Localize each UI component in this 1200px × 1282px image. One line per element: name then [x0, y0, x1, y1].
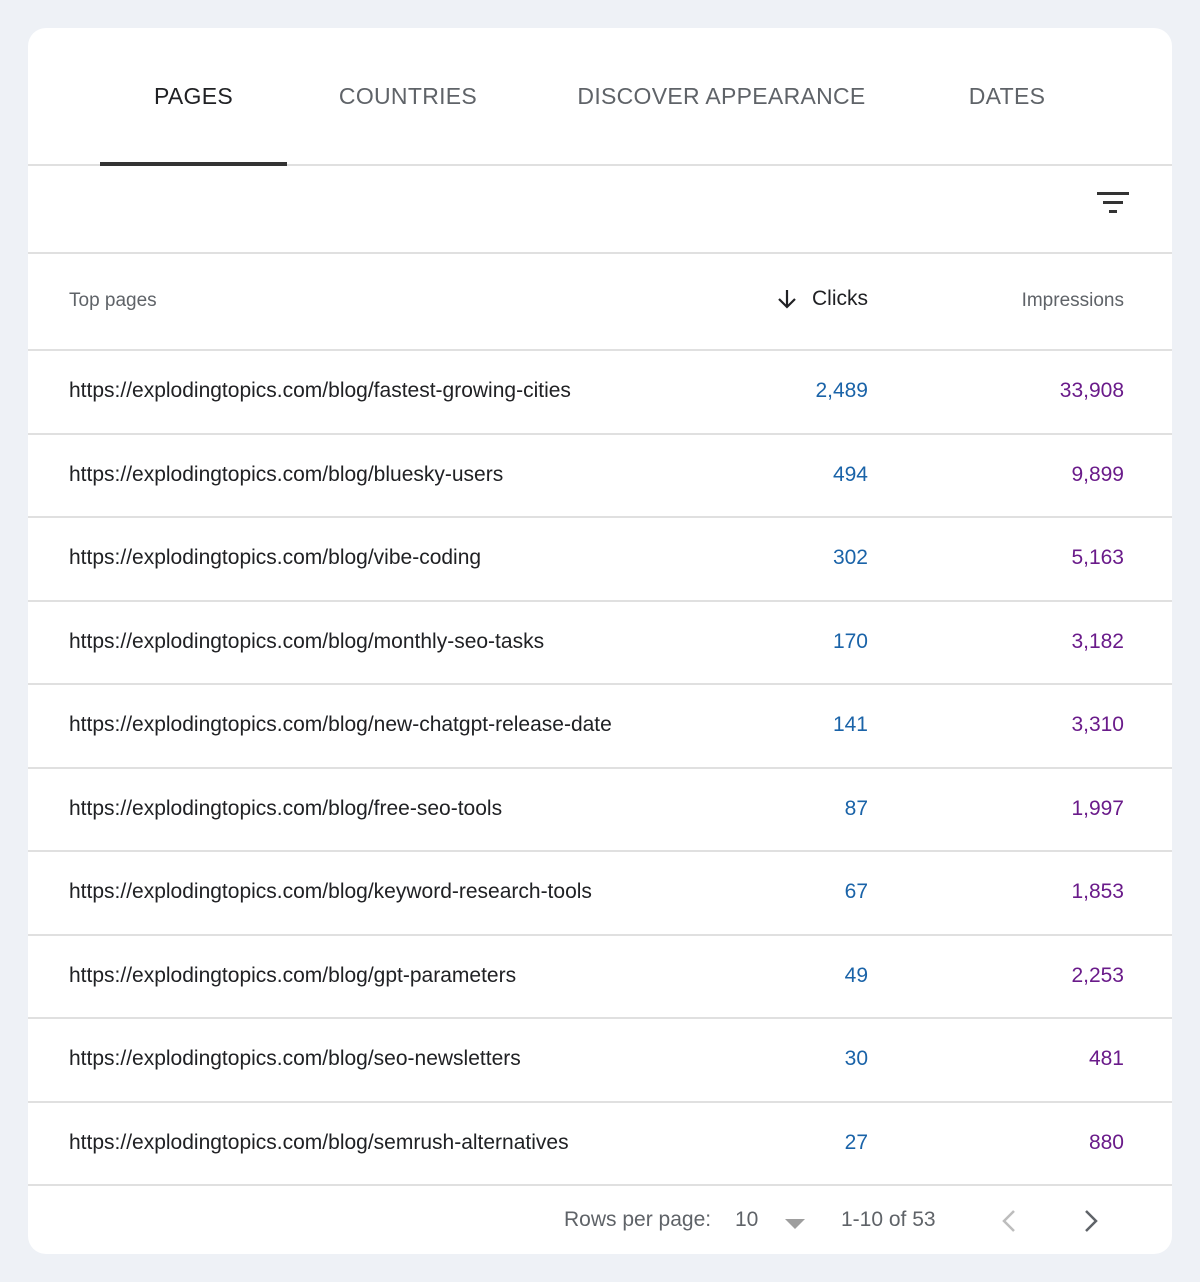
page-url: https://explodingtopics.com/blog/free-se…	[69, 796, 503, 820]
column-header-clicks-label: Clicks	[812, 287, 868, 310]
table-row[interactable]: https://explodingtopics.com/blog/monthly…	[28, 602, 1172, 685]
clicks-value: 170	[832, 629, 868, 653]
clicks-value: 27	[844, 1130, 868, 1154]
column-header-impressions[interactable]: Impressions	[1022, 290, 1124, 312]
page-url: https://explodingtopics.com/blog/fastest…	[69, 379, 571, 402]
chevron-right-icon[interactable]	[1078, 1208, 1102, 1234]
table-header: Top pages Clicks Impressions	[28, 254, 1172, 351]
impressions-value: 1,853	[1071, 880, 1124, 903]
page-url: https://explodingtopics.com/blog/new-cha…	[69, 713, 612, 736]
tab-pages[interactable]: PAGES	[100, 28, 287, 164]
dropdown-caret-icon[interactable]	[784, 1217, 806, 1231]
filter-icon[interactable]	[1096, 191, 1130, 217]
impressions-value: 5,163	[1071, 546, 1124, 569]
tab-countries[interactable]: COUNTRIES	[318, 28, 498, 164]
clicks-value: 302	[832, 546, 868, 569]
clicks-value: 2,489	[815, 379, 868, 402]
impressions-value: 3,182	[1071, 629, 1124, 653]
clicks-value: 30	[844, 1047, 868, 1070]
table-row[interactable]: https://explodingtopics.com/blog/vibe-co…	[28, 518, 1172, 602]
impressions-value: 3,310	[1071, 713, 1124, 736]
pagination-bar: Rows per page: 10 1-10 of 53	[28, 1186, 1172, 1254]
table-body: https://explodingtopics.com/blog/fastest…	[28, 351, 1172, 1186]
impressions-value: 481	[1088, 1047, 1124, 1070]
chevron-left-icon[interactable]	[998, 1208, 1022, 1234]
page-url: https://explodingtopics.com/blog/monthly…	[69, 629, 545, 653]
column-header-clicks[interactable]: Clicks	[776, 287, 868, 311]
table-row[interactable]: https://explodingtopics.com/blog/semrush…	[28, 1103, 1172, 1186]
table-row[interactable]: https://explodingtopics.com/blog/keyword…	[28, 852, 1172, 936]
rows-per-page-select[interactable]: 10	[735, 1208, 758, 1232]
table-row[interactable]: https://explodingtopics.com/blog/new-cha…	[28, 685, 1172, 769]
tab-dates[interactable]: DATES	[948, 28, 1066, 164]
impressions-value: 880	[1088, 1130, 1124, 1154]
impressions-value: 1,997	[1071, 796, 1124, 820]
impressions-value: 2,253	[1071, 963, 1124, 987]
page-url: https://explodingtopics.com/blog/vibe-co…	[69, 546, 482, 569]
pagination-range: 1-10 of 53	[841, 1208, 936, 1231]
impressions-value: 33,908	[1059, 379, 1124, 402]
clicks-value: 141	[832, 713, 868, 736]
clicks-value: 49	[844, 963, 868, 987]
arrow-down-icon	[778, 290, 796, 309]
table-row[interactable]: https://explodingtopics.com/blog/seo-new…	[28, 1019, 1172, 1103]
table-row[interactable]: https://explodingtopics.com/blog/free-se…	[28, 769, 1172, 852]
impressions-value: 9,899	[1071, 462, 1124, 486]
page-url: https://explodingtopics.com/blog/gpt-par…	[69, 963, 517, 987]
tab-bar: PAGES COUNTRIES DISCOVER APPEARANCE DATE…	[28, 28, 1172, 166]
page-url: https://explodingtopics.com/blog/semrush…	[69, 1130, 569, 1154]
clicks-value: 494	[832, 462, 868, 486]
clicks-value: 67	[844, 880, 868, 903]
filter-bar	[28, 166, 1172, 254]
clicks-value: 87	[844, 796, 868, 820]
performance-card: PAGES COUNTRIES DISCOVER APPEARANCE DATE…	[28, 28, 1172, 1254]
column-header-top-pages: Top pages	[69, 290, 157, 311]
page-url: https://explodingtopics.com/blog/seo-new…	[69, 1047, 521, 1070]
table-row[interactable]: https://explodingtopics.com/blog/bluesky…	[28, 435, 1172, 518]
page-url: https://explodingtopics.com/blog/keyword…	[69, 880, 592, 903]
table-row[interactable]: https://explodingtopics.com/blog/fastest…	[28, 351, 1172, 435]
table-row[interactable]: https://explodingtopics.com/blog/gpt-par…	[28, 936, 1172, 1019]
rows-per-page-label: Rows per page:	[564, 1208, 712, 1231]
tab-discover-appearance[interactable]: DISCOVER APPEARANCE	[568, 28, 875, 164]
page-url: https://explodingtopics.com/blog/bluesky…	[69, 462, 504, 486]
